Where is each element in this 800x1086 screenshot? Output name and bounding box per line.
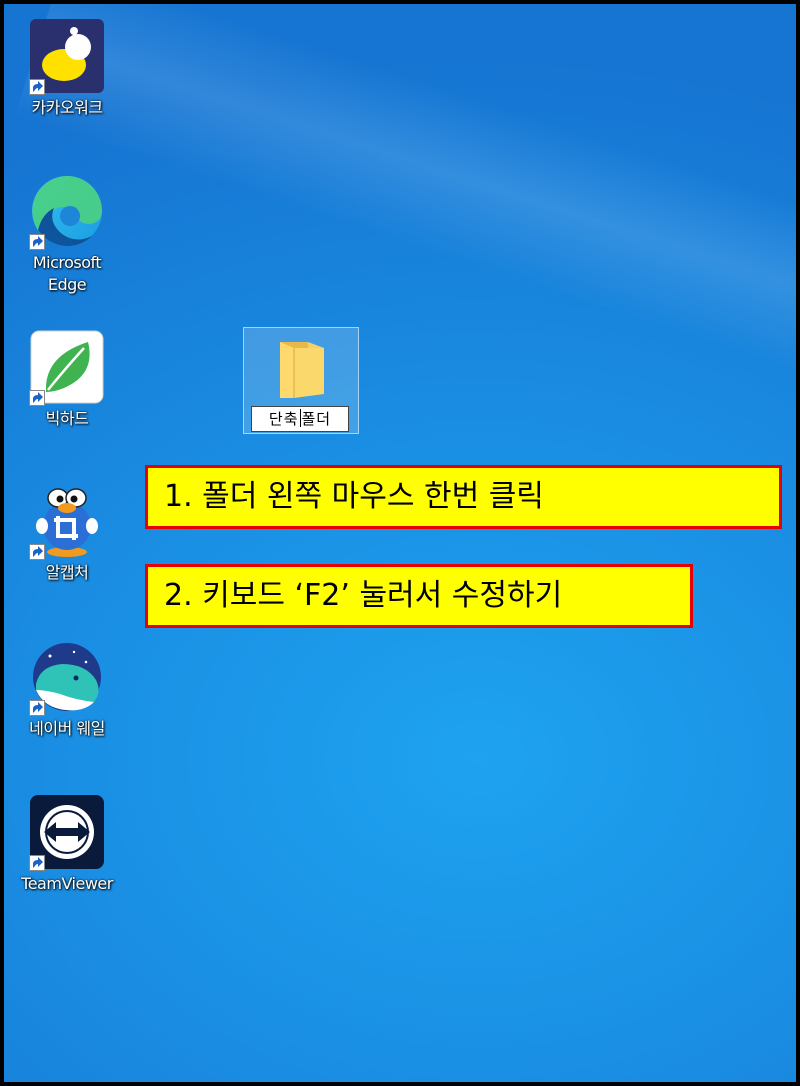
desktop-icon-label: TeamViewer <box>21 874 113 893</box>
desktop-icon-naver-whale[interactable]: 네이버 웨일 <box>17 640 117 740</box>
desktop-icon-label: 카카오워크 <box>31 98 103 117</box>
desktop-icon-teamviewer[interactable]: TeamViewer <box>17 795 117 895</box>
shortcut-arrow-icon <box>29 390 45 406</box>
desktop-icon-label: 알캡처 <box>45 563 89 582</box>
alcapture-icon <box>29 484 104 560</box>
desktop-icon-label: Microsoft Edge <box>32 253 102 294</box>
shortcut-arrow-icon <box>29 79 45 95</box>
folder-icon <box>274 336 330 404</box>
desktop-icon-kakaowork[interactable]: 카카오워크 <box>17 19 117 119</box>
text-caret <box>299 409 301 427</box>
shortcut-arrow-icon <box>29 234 45 250</box>
desktop[interactable]: 카카오워크 Microsoft Edge 빅하드 알캡처 네이버 웨일 Team… <box>0 0 800 1086</box>
instruction-callout-2: 2. 키보드 ‘F2’ 눌러서 수정하기 <box>145 564 693 628</box>
shortcut-arrow-icon <box>29 544 45 560</box>
teamviewer-icon <box>29 795 104 871</box>
desktop-icon-label: 네이버 웨일 <box>29 719 105 738</box>
bighard-icon <box>29 330 104 406</box>
shortcut-arrow-icon <box>29 855 45 871</box>
desktop-icon-label: 빅하드 <box>45 409 89 428</box>
whale-icon <box>29 640 104 716</box>
kakaowork-icon <box>29 19 104 95</box>
instruction-callout-1: 1. 폴더 왼쪽 마우스 한번 클릭 <box>145 465 782 529</box>
edge-icon <box>29 174 104 250</box>
desktop-icon-microsoft-edge[interactable]: Microsoft Edge <box>17 174 117 296</box>
wallpaper-light-beam <box>14 4 796 426</box>
desktop-folder-selected[interactable]: 단축 폴더 <box>243 327 359 434</box>
desktop-icon-bighard[interactable]: 빅하드 <box>17 330 117 430</box>
shortcut-arrow-icon <box>29 700 45 716</box>
folder-rename-input[interactable]: 단축 폴더 <box>251 406 349 432</box>
desktop-icon-alcapture[interactable]: 알캡처 <box>17 484 117 584</box>
